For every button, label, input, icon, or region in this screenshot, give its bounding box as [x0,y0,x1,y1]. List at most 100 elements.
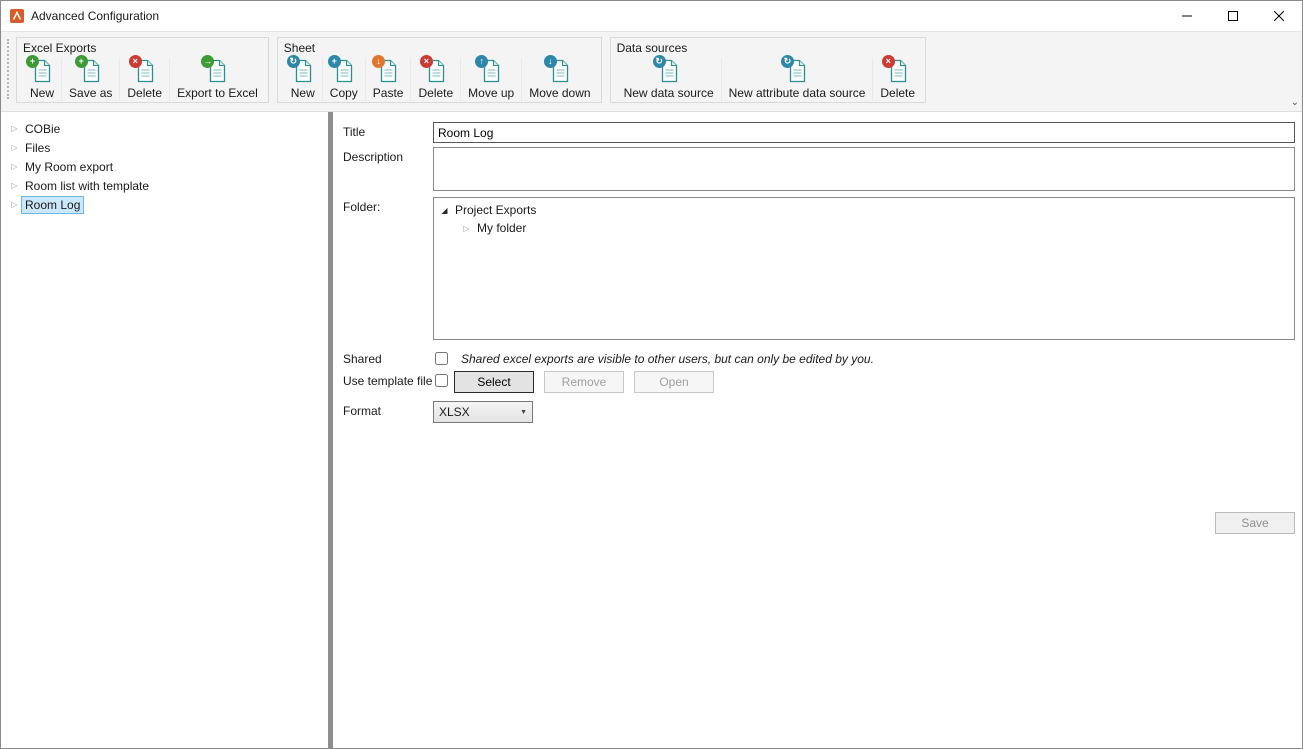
maximize-button[interactable] [1210,1,1256,31]
tree-item-label: COBie [21,120,64,138]
delete-data-source-icon: × [886,59,910,83]
toolbar-excel-new-button[interactable]: + New [23,58,61,101]
open-template-button[interactable]: Open [634,371,714,393]
window-title: Advanced Configuration [31,9,159,23]
move-down-icon: ↓ [548,59,572,83]
toolbar-group-sheet: Sheet ↻ New + Copy ↓ Paste × Delete [277,37,602,103]
tree-item-files[interactable]: ▷ Files [1,138,328,157]
toolbar-group-label: Excel Exports [23,41,265,55]
folder-tree: ◢ Project Exports ▷ My folder [433,197,1295,340]
title-label: Title [343,122,433,143]
collapse-arrow-icon[interactable]: ◢ [438,206,451,215]
toolbar-button-label: New attribute data source [729,86,866,100]
save-button[interactable]: Save [1215,512,1295,534]
move-up-icon: ↑ [479,59,503,83]
folder-child-label: My folder [473,219,530,237]
chevron-down-icon: ⌄ [1291,97,1299,108]
format-label: Format [343,401,433,423]
expand-arrow-icon[interactable]: ▷ [8,143,21,152]
remove-template-button[interactable]: Remove [544,371,624,393]
toolbar-excel-delete-button[interactable]: × Delete [119,58,169,101]
toolbar-sheet-new-button[interactable]: ↻ New [284,58,322,101]
shared-label: Shared [343,349,433,366]
tree-item-label: My Room export [21,158,117,176]
toolbar-button-label: Save as [69,86,112,100]
toolbar-excel-saveas-button[interactable]: + Save as [61,58,119,101]
expand-arrow-icon[interactable]: ▷ [8,162,21,171]
shared-hint: Shared excel exports are visible to othe… [461,349,874,366]
window-controls [1164,1,1302,31]
toolbar-new-attribute-data-source-button[interactable]: ↻ New attribute data source [721,58,873,101]
new-data-source-icon: ↻ [657,59,681,83]
expand-arrow-icon[interactable]: ▷ [8,181,21,190]
new-document-icon: + [30,59,54,83]
new-attribute-data-source-icon: ↻ [785,59,809,83]
delete-document-icon: × [133,59,157,83]
tree-item-label: Room list with template [21,177,153,195]
toolbar-button-label: Export to Excel [177,86,258,100]
toolbar-button-label: New [291,86,315,100]
toolbar-button-label: New data source [624,86,714,100]
tree-item-my-room-export[interactable]: ▷ My Room export [1,157,328,176]
toolbar-sheet-paste-button[interactable]: ↓ Paste [365,58,411,101]
app-window: Advanced Configuration Excel Exports + N… [0,0,1303,749]
titlebar: Advanced Configuration [1,1,1302,31]
tree-item-label: Room Log [21,196,84,214]
toolbar-new-data-source-button[interactable]: ↻ New data source [617,58,721,101]
toolbar-group-label: Sheet [284,41,598,55]
toolbar-sheet-delete-button[interactable]: × Delete [410,58,460,101]
toolbar-grip[interactable] [7,39,11,99]
toolbar-sheet-moveup-button[interactable]: ↑ Move up [460,58,521,101]
expand-arrow-icon[interactable]: ▷ [8,124,21,133]
close-button[interactable] [1256,1,1302,31]
toolbar-overflow-button[interactable]: ⌄ [1291,98,1299,108]
folder-tree-child[interactable]: ▷ My folder [460,219,1290,237]
toolbar-group-excel-exports: Excel Exports + New + Save as × Delete →… [16,37,269,103]
toolbar-button-label: Move up [468,86,514,100]
app-icon [9,8,25,24]
toolbar-group-label: Data sources [617,41,922,55]
description-label: Description [343,147,433,191]
toolbar-button-label: Delete [127,86,162,100]
delete-sheet-icon: × [424,59,448,83]
shared-checkbox[interactable] [435,352,448,365]
tree-item-cobie[interactable]: ▷ COBie [1,119,328,138]
folder-label: Folder: [343,197,433,340]
toolbar-button-label: Copy [330,86,358,100]
title-input[interactable] [433,122,1295,143]
expand-arrow-icon[interactable]: ▷ [8,200,21,209]
toolbar-button-label: Move down [529,86,590,100]
expand-arrow-icon[interactable]: ▷ [460,224,473,233]
toolbar: Excel Exports + New + Save as × Delete →… [1,31,1302,112]
toolbar-button-label: Delete [880,86,915,100]
toolbar-export-to-excel-button[interactable]: → Export to Excel [169,58,265,101]
export-to-excel-icon: → [205,59,229,83]
toolbar-group-data-sources: Data sources ↻ New data source ↻ New att… [610,37,926,103]
toolbar-button-label: Paste [373,86,404,100]
toolbar-button-label: New [30,86,54,100]
folder-root-label: Project Exports [451,201,540,219]
format-dropdown[interactable]: XLSX ▼ [433,401,533,423]
chevron-down-icon: ▼ [520,409,527,416]
tree-item-room-log[interactable]: ▷ Room Log [1,195,328,214]
paste-sheet-icon: ↓ [376,59,400,83]
copy-sheet-icon: + [332,59,356,83]
format-dropdown-value: XLSX [439,405,470,419]
select-template-button[interactable]: Select [454,371,534,393]
new-sheet-icon: ↻ [291,59,315,83]
use-template-file-checkbox[interactable] [435,374,448,387]
tree-item-room-list-with-template[interactable]: ▷ Room list with template [1,176,328,195]
description-input[interactable] [433,147,1295,191]
toolbar-button-label: Delete [418,86,453,100]
toolbar-datasource-delete-button[interactable]: × Delete [872,58,922,101]
save-as-icon: + [79,59,103,83]
folder-tree-root[interactable]: ◢ Project Exports [438,201,1290,219]
tree-item-label: Files [21,139,54,157]
minimize-button[interactable] [1164,1,1210,31]
exports-tree-panel: ▷ COBie ▷ Files ▷ My Room export ▷ Room … [1,112,328,748]
toolbar-sheet-copy-button[interactable]: + Copy [322,58,365,101]
use-template-file-label: Use template file [343,371,433,393]
main-area: ▷ COBie ▷ Files ▷ My Room export ▷ Room … [1,112,1302,748]
export-detail-panel: Title Description Folder: ◢ Project [333,112,1302,748]
toolbar-sheet-movedown-button[interactable]: ↓ Move down [521,58,597,101]
